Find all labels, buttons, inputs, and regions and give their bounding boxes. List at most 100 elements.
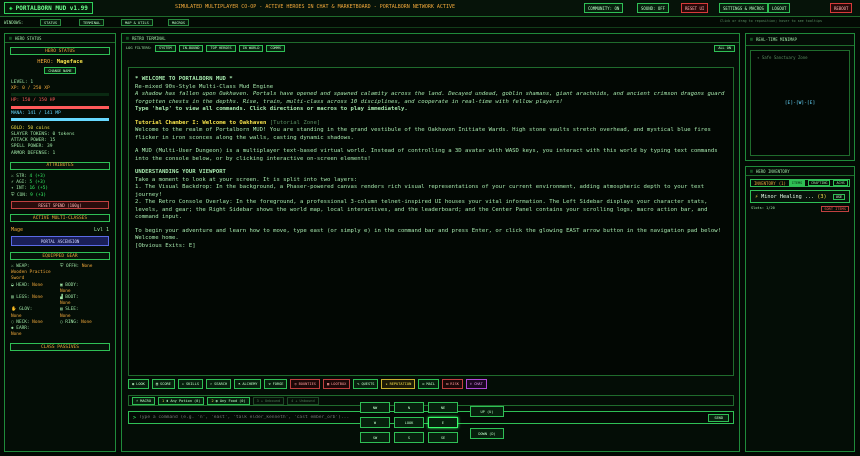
class-row: Mage Lvl 1	[5, 226, 115, 234]
macro-slot-4[interactable]: 4 + Unbound	[287, 396, 319, 405]
reset-attributes-button[interactable]: RESET SPEND (100g)	[11, 201, 109, 210]
filter-in-world[interactable]: IN WORLD	[238, 44, 264, 52]
skills-button[interactable]: ✦ SKILLS	[177, 379, 203, 389]
macro-slot-2[interactable]: 2 ◍ Any Food (0)	[207, 396, 250, 405]
nav-look-button[interactable]: LOOK	[394, 417, 424, 428]
reset-ui-label: RESET UI	[685, 5, 705, 11]
tab-items[interactable]: ITEMS	[788, 180, 806, 186]
gear-slot-earring[interactable]: ◆ EARR: None	[11, 326, 60, 338]
portal-ascension-button[interactable]: PORTAL ASCENSION	[11, 236, 109, 247]
filter-top-heroes[interactable]: TOP HEROES	[206, 44, 236, 52]
panel-grip-icon: ⠿	[9, 35, 12, 41]
gear-slot-body[interactable]: ▣ BODY: None	[60, 283, 109, 295]
potion-icon: ⚱	[166, 398, 169, 403]
gear-slot-gloves[interactable]: ✋ GLOV: None	[11, 307, 60, 319]
nav-northwest-button[interactable]: NW	[360, 402, 390, 413]
look-button[interactable]: ◉ LOOK	[128, 379, 149, 389]
filter-all-on[interactable]: ALL ON	[714, 44, 735, 52]
nav-up-button[interactable]: UP (U)	[470, 406, 504, 417]
filter-system[interactable]: SYSTEM	[154, 44, 176, 52]
sound-toggle-button[interactable]: SOUND: OFF	[637, 3, 670, 13]
lore-text: A shadow has fallen upon Oakhaven. Porta…	[135, 91, 725, 105]
filter-label: SYSTEM	[158, 46, 172, 50]
macro-key: 4	[291, 398, 294, 403]
nav-northeast-button[interactable]: NE	[428, 402, 458, 413]
mail-button[interactable]: ✉ MAIL	[418, 379, 440, 389]
minimap-canvas[interactable]: ✦ Safe Sanctuary Zone [E]-[W]-[E]	[750, 50, 850, 156]
terminal-log[interactable]: * WELCOME TO PORTALBORN MUD * Re-mixed 9…	[128, 67, 734, 376]
nav-north-button[interactable]: N	[394, 402, 424, 413]
gear-slot-sleeves[interactable]: ▤ SLEE: None	[60, 307, 109, 319]
flask-icon: ⚗	[238, 382, 241, 386]
food-icon: ◍	[215, 398, 218, 403]
filter-label: ALL ON	[718, 46, 731, 50]
macro-slot-1[interactable]: 1 ⚱ Any Potion (0)	[158, 396, 205, 405]
chat-button[interactable]: ✆ CHAT	[465, 379, 487, 389]
filter-inbound[interactable]: IN-BOUND	[178, 44, 204, 52]
panel-header[interactable]: ⠿ RETRO TERMINAL	[122, 34, 739, 43]
window-tab-map[interactable]: MAP & UTILS	[121, 19, 153, 26]
window-tab-terminal[interactable]: TERMINAL	[79, 19, 105, 26]
action-label: SCORE	[160, 382, 171, 386]
viewport-layer-1: 1. The Visual Backdrop: In the backgroun…	[135, 184, 705, 198]
quests-button[interactable]: ✎ QUESTS	[353, 379, 379, 389]
nav-south-button[interactable]: S	[394, 432, 424, 443]
gear-slot-weapon[interactable]: ⚔ WEAP: Wooden Practice Sword	[11, 264, 60, 283]
room-zone: [Tutorial Zone]	[269, 119, 321, 126]
tab-achievements[interactable]: ACHS	[833, 180, 848, 186]
filter-comms[interactable]: COMMS	[266, 44, 285, 52]
panel-grip-icon: ⠿	[126, 35, 129, 41]
tab-crafting[interactable]: CRAFTING	[808, 180, 831, 186]
gear-slot-head[interactable]: ◒ HEAD: None	[11, 283, 60, 295]
community-toggle-button[interactable]: COMMUNITY: ON	[584, 3, 624, 13]
score-button[interactable]: ▤ SCORE	[151, 379, 175, 389]
macro-slot-label: Unbound	[299, 398, 315, 403]
gear-slot-boots[interactable]: ▟ BOOT: None	[60, 295, 109, 307]
logout-button[interactable]: LOGOUT	[768, 3, 791, 13]
forge-button[interactable]: ⚒ FORGE	[264, 379, 288, 389]
inventory-item[interactable]: ⚡ Minor Healing ... (3) USE	[750, 190, 850, 203]
nav-southwest-button[interactable]: SW	[360, 432, 390, 443]
action-label: CHAT	[474, 382, 483, 386]
panel-header[interactable]: ⠿ HERO STATUS	[5, 34, 115, 43]
sort-items-button[interactable]: SORT ITEMS	[821, 206, 849, 212]
panel-title: REAL-TIME MINIMAP	[755, 37, 797, 42]
window-tab-status[interactable]: STATUS	[40, 19, 61, 26]
mud-description: A MUD (Multi-User Dungeon) is a multipla…	[135, 148, 718, 162]
brand-logo[interactable]: ◈ PORTALBORN MUD v1.99	[4, 2, 93, 14]
alchemy-button[interactable]: ⚗ ALCHEMY	[234, 379, 262, 389]
nav-southeast-button[interactable]: SE	[428, 432, 458, 443]
send-button[interactable]: SEND	[708, 413, 729, 422]
lootbox-button[interactable]: ▣ LOOTBOX	[322, 379, 351, 389]
reputation-button[interactable]: ★ REPUTATION	[381, 379, 416, 389]
reset-ui-button[interactable]: RESET UI	[681, 3, 709, 13]
gear-slot-ring[interactable]: ○ RING: None	[60, 320, 109, 326]
macro-label: ⚡ MACRO	[132, 396, 155, 405]
bounties-button[interactable]: ◎ BOUNTIES	[290, 379, 320, 389]
window-tab-macros[interactable]: MACROS	[168, 19, 189, 26]
risk-button[interactable]: ⚄ RISK	[442, 379, 463, 389]
tab-label: CRAFTING	[811, 181, 828, 185]
gear-slot-label: OFFH:	[65, 264, 80, 270]
change-name-button[interactable]: CHANGE NAME	[44, 67, 76, 74]
nav-east-button[interactable]: E	[428, 417, 458, 428]
map-zone: Safe Sanctuary Zone	[761, 55, 808, 60]
settings-macros-button[interactable]: SETTINGS & MACROS	[719, 3, 768, 13]
panel-header[interactable]: ⠿ HERO INVENTORY	[746, 167, 854, 176]
macro-slot-3[interactable]: 3 + Unbound	[252, 396, 285, 405]
nav-west-button[interactable]: W	[360, 417, 390, 428]
use-item-button[interactable]: USE	[832, 193, 845, 200]
gear-slot-offhand[interactable]: ⛨ OFFH: None	[60, 264, 109, 283]
gear-slot-label: GLOV:	[19, 307, 33, 313]
search-button[interactable]: ⌕ SEARCH	[205, 379, 232, 389]
reboot-button[interactable]: REBOOT	[830, 3, 853, 13]
armor-stat: ARMOR DEFENSE: 1	[11, 150, 56, 156]
gear-slot-legs[interactable]: ▥ LEGS: None	[11, 295, 60, 307]
prompt-icon: >	[133, 414, 137, 421]
action-label: FORGE	[272, 382, 284, 386]
use-label: USE	[835, 194, 842, 199]
panel-header[interactable]: ⠿ REAL-TIME MINIMAP	[746, 34, 854, 46]
gear-slot-value: None	[60, 301, 71, 307]
nav-down-button[interactable]: DOWN (D)	[470, 428, 504, 439]
plus-icon: +	[295, 398, 298, 403]
